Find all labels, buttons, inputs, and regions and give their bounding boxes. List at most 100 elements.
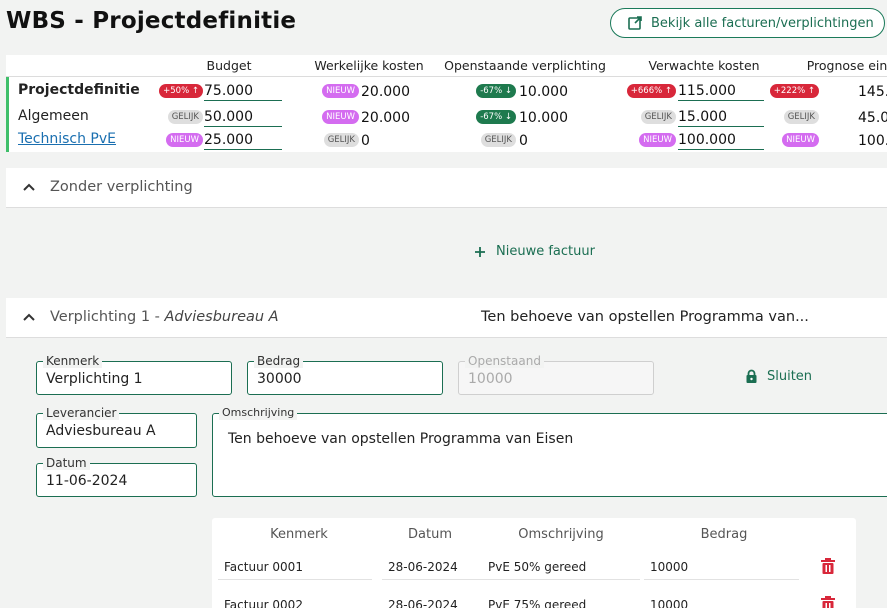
col-budget: Budget [206,58,252,73]
leverancier-label: Leverancier [43,406,120,420]
external-link-icon [628,16,642,30]
summary-value[interactable]: 50.000 [204,109,282,127]
datum-value: 11-06-2024 [46,473,128,489]
view-all-invoices-label: Bekijk alle facturen/verplichtingen [651,15,874,31]
openstaand-field: Openstaand 10000 [458,354,654,395]
commitment-description-preview: Ten behoeve van opstellen Programma van.… [481,309,809,325]
col-verwachte-kosten: Verwachte kosten [648,58,760,73]
change-badge: -67% ↓ [476,84,516,98]
bedrag-value: 30000 [257,371,302,387]
summary-value: 10.000 [519,109,568,126]
summary-cell: 75.000 [204,81,282,103]
summary-row-label[interactable]: Technisch PvE [18,131,116,147]
change-badge: GELIJK [640,110,676,124]
summary-cell: 20.000 [361,107,421,129]
summary-value: 20.000 [361,83,410,100]
inv-col-kenmerk: Kenmerk [270,527,328,542]
summary-row[interactable]: Technisch PvE NIEUW 25.000 GELIJK 0 GELIJK 0 NI… [6,128,887,152]
change-badge: GELIJK [783,110,819,124]
omschrijving-value: Ten behoeve van opstellen Programma van … [228,431,574,447]
summary-cell: 0 [519,130,579,152]
change-badge: GELIJK [323,133,359,147]
summary-value[interactable]: 100.000 [678,132,764,150]
col-openstaande-verplichting: Openstaande verplichting [444,58,606,73]
openstaand-label: Openstaand [465,354,544,368]
bedrag-field[interactable]: Bedrag 30000 [247,354,443,395]
summary-value: 10.000 [519,83,568,100]
new-invoice-label: Nieuwe factuur [496,244,595,259]
summary-value[interactable]: 15.000 [678,109,764,127]
summary-cell: 45.0 [858,107,887,129]
invoice-omschrijving[interactable]: PvE 75% gereed [482,594,640,608]
summary-cell: 100.000 [678,130,764,152]
commitment-title-prefix: Verplichting 1 - [50,309,165,325]
summary-row-label: Projectdefinitie [18,82,140,98]
summary-cell: 145.0 [858,81,887,103]
section-zonder-verplichting[interactable]: Zonder verplichting [6,168,887,208]
kenmerk-value: Verplichting 1 [46,371,143,387]
summary-cell: 100.0 [858,130,887,152]
summary-value: 100.0 [858,132,887,149]
invoice-kenmerk[interactable]: Factuur 0001 [218,556,372,580]
kenmerk-field[interactable]: Kenmerk Verplichting 1 [36,354,232,395]
inv-col-bedrag: Bedrag [700,527,748,542]
chevron-up-icon[interactable] [22,310,36,324]
inv-col-datum: Datum [408,527,452,542]
lock-icon [746,369,757,383]
change-badge: +50% ↑ [159,84,203,98]
bedrag-label: Bedrag [254,354,304,368]
change-badge: NIEUW [322,84,359,98]
col-werkelijke-kosten: Werkelijke kosten [314,58,424,73]
omschrijving-field[interactable]: Omschrijving Ten behoeve van opstellen P… [212,406,887,497]
invoice-bedrag[interactable]: 10000 [644,556,799,580]
leverancier-field[interactable]: Leverancier Adviesbureau A [36,406,197,448]
datum-field[interactable]: Datum 11-06-2024 [36,456,197,497]
change-badge: NIEUW [782,133,819,147]
invoice-kenmerk[interactable]: Factuur 0002 [218,594,372,608]
summary-cell: 115.000 [678,81,764,103]
summary-row: Algemeen GELIJK 50.000 NIEUW 20.000 -67% ↓ 10.… [6,105,887,129]
invoice-datum[interactable]: 28-06-2024 [382,594,482,608]
plus-icon [475,246,485,257]
summary-value[interactable]: 75.000 [204,83,282,101]
invoice-omschrijving[interactable]: PvE 50% gereed [482,556,640,580]
commitment-supplier: Adviesbureau A [164,309,279,325]
change-badge: +222% ↑ [769,84,819,98]
section-verplichting-1[interactable]: Verplichting 1 - Adviesbureau A Ten beho… [6,298,887,338]
summary-cell: 20.000 [361,81,421,103]
change-badge: GELIJK [167,110,203,124]
invoice-table: Kenmerk Datum Omschrijving Bedrag Factuu… [212,518,856,608]
leverancier-value: Adviesbureau A [46,423,156,439]
summary-cell: 25.000 [204,130,282,152]
datum-label: Datum [43,456,90,470]
change-badge: NIEUW [322,110,359,124]
change-badge: GELIJK [480,133,516,147]
summary-table: Budget Werkelijke kosten Openstaande ver… [6,55,887,152]
omschrijving-label: Omschrijving [219,406,298,420]
summary-cell: 10.000 [519,107,579,129]
view-all-invoices-button[interactable]: Bekijk alle facturen/verplichtingen [610,8,885,38]
change-badge: NIEUW [639,133,676,147]
delete-icon[interactable] [821,558,835,574]
change-badge: -67% ↓ [476,110,516,124]
summary-header: Budget Werkelijke kosten Openstaande ver… [6,55,887,77]
summary-value[interactable]: 25.000 [204,132,282,150]
summary-value: 145.0 [858,83,887,100]
close-commitment-button[interactable]: Sluiten [745,369,812,384]
chevron-up-icon[interactable] [22,180,36,194]
new-invoice-button[interactable]: Nieuwe factuur [474,244,595,259]
summary-cell: 50.000 [204,107,282,129]
change-badge: +666% ↑ [626,84,676,98]
invoice-datum[interactable]: 28-06-2024 [382,556,482,580]
summary-cell: 10.000 [519,81,579,103]
summary-row-label: Algemeen [18,108,89,124]
close-label: Sluiten [767,369,813,384]
openstaand-value: 10000 [468,371,513,387]
kenmerk-label: Kenmerk [43,354,103,368]
summary-cell: 15.000 [678,107,764,129]
summary-row: Projectdefinitie +50% ↑ 75.000 NIEUW 20.000 -… [6,79,887,103]
invoice-bedrag[interactable]: 10000 [644,594,799,608]
change-badge: NIEUW [166,133,203,147]
delete-icon[interactable] [821,596,835,608]
summary-value[interactable]: 115.000 [678,83,764,101]
